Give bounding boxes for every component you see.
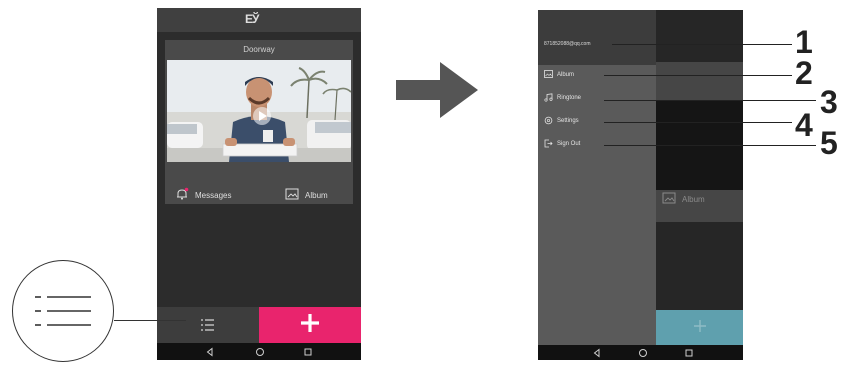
bell-icon [175, 187, 189, 203]
zoomed-list-icon-callout [12, 260, 114, 362]
sign-out-icon [544, 139, 553, 150]
image-icon [285, 188, 299, 202]
list-icon [187, 319, 227, 339]
messages-label: Messages [195, 190, 232, 200]
camera-preview[interactable] [167, 60, 351, 162]
app-header: ЕЎ [157, 8, 361, 32]
drawer-item-label: Sign Out [557, 141, 581, 147]
navigation-drawer: 871852088@qq.com Album Ringtone Settings… [538, 10, 656, 345]
drawer-item-ringtone[interactable]: Ringtone [544, 92, 581, 104]
back-icon[interactable] [592, 345, 602, 360]
background-album-button: Album [662, 192, 705, 206]
album-button[interactable]: Album [285, 188, 328, 202]
messages-button[interactable]: Messages [175, 187, 232, 203]
image-icon [544, 70, 553, 80]
home-icon[interactable] [638, 345, 648, 360]
callout-number-3: 3 [820, 84, 838, 120]
music-note-icon [544, 92, 553, 104]
callout-number-4: 4 [795, 107, 813, 143]
callout-line-1 [612, 44, 792, 46]
callout-line-3 [604, 100, 816, 102]
transition-arrow-icon [396, 62, 478, 123]
camera-card[interactable]: Doorway Messages Album [165, 40, 353, 204]
callout-number-2: 2 [795, 55, 813, 91]
drawer-item-settings[interactable]: Settings [544, 115, 579, 127]
drawer-item-album[interactable]: Album [544, 69, 574, 81]
gear-icon [544, 116, 553, 127]
plus-icon [693, 317, 707, 338]
drawer-item-sign-out[interactable]: Sign Out [544, 138, 580, 150]
drawer-item-label: Settings [557, 118, 579, 124]
callout-line-2 [604, 75, 792, 77]
phone-screen-menu-open: Album 871852088@qq.com Album Ringtone Se… [538, 10, 743, 360]
list-icon [35, 296, 91, 326]
camera-title: Doorway [243, 45, 275, 54]
callout-number-5: 5 [820, 125, 838, 161]
background-album-label: Album [682, 194, 705, 204]
camera-preview-image [167, 60, 351, 162]
zoom-connector-line [114, 320, 186, 322]
phone-screen-home: ЕЎ Doorway Messages Album [157, 8, 361, 360]
album-label: Album [305, 190, 328, 200]
account-email: 871852088@qq.com [544, 41, 591, 47]
android-nav-bar [157, 343, 361, 360]
recents-icon[interactable] [684, 345, 694, 360]
callout-number-1: 1 [795, 24, 813, 60]
image-icon [662, 192, 676, 206]
drawer-item-label: Album [557, 72, 575, 78]
drawer-header: 871852088@qq.com [538, 10, 656, 65]
add-device-button[interactable] [259, 307, 361, 343]
app-logo: ЕЎ [245, 12, 260, 26]
recents-icon[interactable] [303, 343, 313, 360]
home-icon[interactable] [255, 343, 265, 360]
background-add-button [656, 310, 743, 345]
callout-line-5 [604, 145, 816, 147]
back-icon[interactable] [205, 343, 215, 360]
android-nav-bar [538, 345, 743, 360]
menu-button[interactable] [187, 315, 227, 340]
bottom-bar [157, 307, 361, 343]
plus-icon [299, 310, 321, 341]
callout-line-4 [604, 122, 792, 124]
drawer-item-label: Ringtone [557, 95, 582, 101]
